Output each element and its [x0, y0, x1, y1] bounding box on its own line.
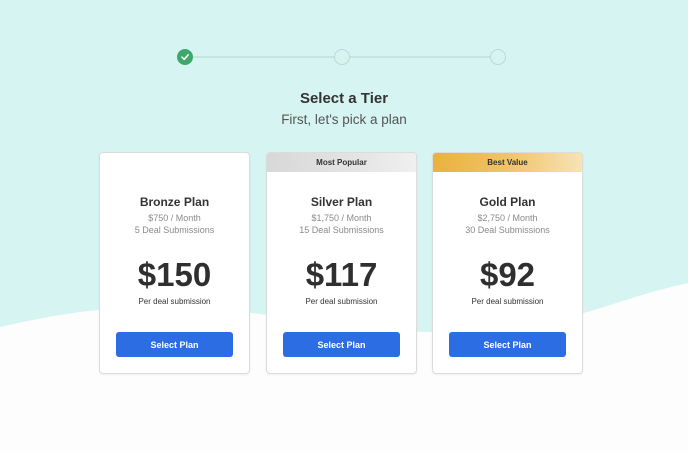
plan-monthly-price: $750 / Month: [148, 213, 201, 223]
best-value-badge: Best Value: [433, 153, 582, 172]
page-title: Select a Tier: [299, 90, 389, 107]
stepper-connector: [191, 56, 341, 58]
plan-submissions: 30 Deal Submissions: [465, 225, 550, 235]
plan-price: $117: [305, 256, 378, 293]
page-subtitle: First, let's pick a plan: [281, 112, 407, 127]
plan-price: $150: [137, 256, 212, 293]
plan-name: Silver Plan: [310, 195, 373, 209]
plan-card-silver: Most Popular Silver Plan $1,750 / Month …: [266, 152, 417, 374]
plan-name: Bronze Plan: [139, 195, 210, 209]
most-popular-badge: Most Popular: [267, 153, 416, 172]
select-gold-plan-button[interactable]: Select Plan: [449, 332, 566, 357]
plan-price: $92: [479, 256, 536, 293]
plan-monthly-price: $2,750 / Month: [477, 213, 538, 223]
plan-name: Gold Plan: [479, 195, 536, 209]
price-caption: Per deal submission: [471, 297, 544, 306]
check-icon: [181, 54, 189, 61]
plan-card-bronze: Bronze Plan $750 / Month 5 Deal Submissi…: [99, 152, 250, 374]
plan-card-gold: Best Value Gold Plan $2,750 / Month 30 D…: [432, 152, 583, 374]
select-bronze-plan-button[interactable]: Select Plan: [116, 332, 233, 357]
select-silver-plan-button[interactable]: Select Plan: [283, 332, 400, 357]
price-caption: Per deal submission: [305, 297, 378, 306]
price-caption: Per deal submission: [138, 297, 211, 306]
step-2: [334, 49, 350, 65]
plan-monthly-price: $1,750 / Month: [311, 213, 372, 223]
plan-submissions: 15 Deal Submissions: [299, 225, 384, 235]
progress-stepper: [177, 49, 506, 65]
step-1-completed: [177, 49, 193, 65]
step-3: [490, 49, 506, 65]
plan-submissions: 5 Deal Submissions: [134, 225, 215, 235]
stepper-connector: [347, 56, 498, 58]
page-header: Select a Tier First, let's pick a plan: [0, 90, 688, 128]
